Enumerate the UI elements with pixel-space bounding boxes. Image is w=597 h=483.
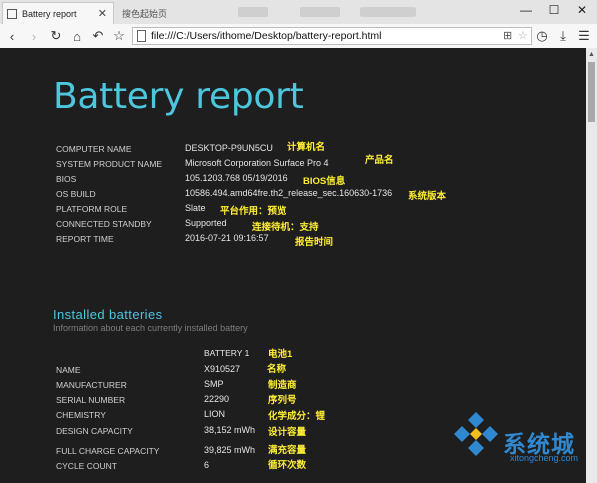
battery-label: CHEMISTRY <box>56 410 106 420</box>
info-value: Slate <box>185 203 206 213</box>
info-value: 105.1203.768 05/19/2016 <box>185 173 288 183</box>
battery-label: MANUFACTURER <box>56 380 127 390</box>
scroll-thumb[interactable] <box>588 62 595 122</box>
annotation: 设计容量 <box>268 427 307 438</box>
annotation: 序列号 <box>268 395 297 406</box>
home-icon[interactable]: ⌂ <box>68 27 86 45</box>
info-label: BIOS <box>56 174 77 184</box>
annotation: 名称 <box>267 364 287 375</box>
watermark-logo <box>454 412 498 456</box>
tab-bar: Battery report ✕ 搜色起始页 — ☐ ✕ <box>0 0 597 24</box>
vertical-scrollbar[interactable]: ▲ <box>586 48 597 483</box>
battery-value: SMP <box>204 379 224 389</box>
info-label: PLATFORM ROLE <box>56 204 128 214</box>
annotation: 连接待机：支持 <box>252 222 319 233</box>
battery-column-header: BATTERY 1 <box>204 348 250 358</box>
star-icon[interactable]: ☆ <box>518 29 528 42</box>
annotation: 循环次数 <box>268 460 307 471</box>
file-icon <box>137 30 146 42</box>
info-label: CONNECTED STANDBY <box>56 219 152 229</box>
logo-diamond <box>470 428 482 440</box>
minimize-icon[interactable]: — <box>512 0 540 20</box>
annotation: 化学成分：锂 <box>268 411 326 422</box>
annotation: 平台作用：预览 <box>220 206 287 217</box>
annotation: 产品名 <box>365 155 394 166</box>
annotation: 制造商 <box>268 380 297 391</box>
watermark-url: xitongcheng.com <box>510 453 579 463</box>
info-value: Microsoft Corporation Surface Pro 4 <box>185 158 329 168</box>
blurred-tab <box>360 7 416 17</box>
maximize-icon[interactable]: ☐ <box>540 0 568 20</box>
battery-value: LION <box>204 409 226 419</box>
info-label: SYSTEM PRODUCT NAME <box>56 159 163 169</box>
annotation: 系统版本 <box>408 191 447 202</box>
section-subtitle: Information about each currently install… <box>53 323 248 333</box>
forward-icon[interactable]: › <box>25 27 43 45</box>
translate-icon[interactable]: ⊞ <box>503 29 512 42</box>
info-label: COMPUTER NAME <box>56 144 132 154</box>
battery-label: DESIGN CAPACITY <box>56 426 133 436</box>
info-value: 2016-07-21 09:16:57 <box>185 233 269 243</box>
tab-battery-report[interactable]: Battery report ✕ <box>2 2 114 24</box>
page-icon <box>7 8 17 19</box>
section-heading: Installed batteries <box>53 307 163 322</box>
battery-label: FULL CHARGE CAPACITY <box>56 446 160 456</box>
blurred-tab <box>238 7 268 17</box>
info-value: DESKTOP-P9UN5CU <box>185 143 273 153</box>
battery-value: 6 <box>204 460 210 470</box>
tab-title: 搜色起始页 <box>122 8 168 19</box>
info-label: REPORT TIME <box>56 234 114 244</box>
logo-diamond <box>468 412 484 428</box>
info-value: Supported <box>185 218 227 228</box>
close-icon[interactable]: ✕ <box>98 7 107 20</box>
battery-label: SERIAL NUMBER <box>56 395 126 405</box>
undo-icon[interactable]: ↶ <box>89 27 107 45</box>
annotation: 报告时间 <box>295 237 334 248</box>
battery-value: 22290 <box>204 394 230 404</box>
battery-value: 38,152 mWh <box>204 425 256 435</box>
download-icon[interactable]: ⤓ <box>554 27 572 45</box>
star-icon[interactable]: ☆ <box>110 27 128 45</box>
battery-label: NAME <box>56 365 81 375</box>
logo-diamond <box>482 426 498 442</box>
annotation: 满充容量 <box>268 445 307 456</box>
tab-title: Battery report <box>22 8 77 19</box>
battery-value: X910527 <box>204 364 241 374</box>
annotation: 电池1 <box>268 349 293 360</box>
logo-diamond <box>454 426 470 442</box>
back-icon[interactable]: ‹ <box>3 27 21 45</box>
reload-icon[interactable]: ↻ <box>47 27 65 45</box>
annotation: 计算机名 <box>287 142 326 153</box>
close-icon[interactable]: ✕ <box>568 0 596 20</box>
address-bar[interactable]: file:///C:/Users/ithome/Desktop/battery-… <box>132 27 532 45</box>
logo-diamond <box>468 440 484 456</box>
info-value: 10586.494.amd64fre.th2_release_sec.16063… <box>185 188 393 198</box>
menu-icon[interactable]: ☰ <box>575 27 593 45</box>
battery-value: 39,825 mWh <box>204 445 256 455</box>
tab-start-page[interactable]: 搜色起始页 <box>118 2 228 24</box>
history-icon[interactable]: ◷ <box>533 27 551 45</box>
annotation: BIOS信息 <box>303 176 346 187</box>
blurred-tab <box>300 7 340 17</box>
url-text[interactable]: file:///C:/Users/ithome/Desktop/battery-… <box>151 30 382 42</box>
toolbar: ‹ › ↻ ⌂ ↶ ☆ file:///C:/Users/ithome/Desk… <box>0 24 597 49</box>
info-label: OS BUILD <box>56 189 96 199</box>
battery-label: CYCLE COUNT <box>56 461 117 471</box>
page-title: Battery report <box>53 76 304 117</box>
scroll-up-icon[interactable]: ▲ <box>588 51 595 58</box>
